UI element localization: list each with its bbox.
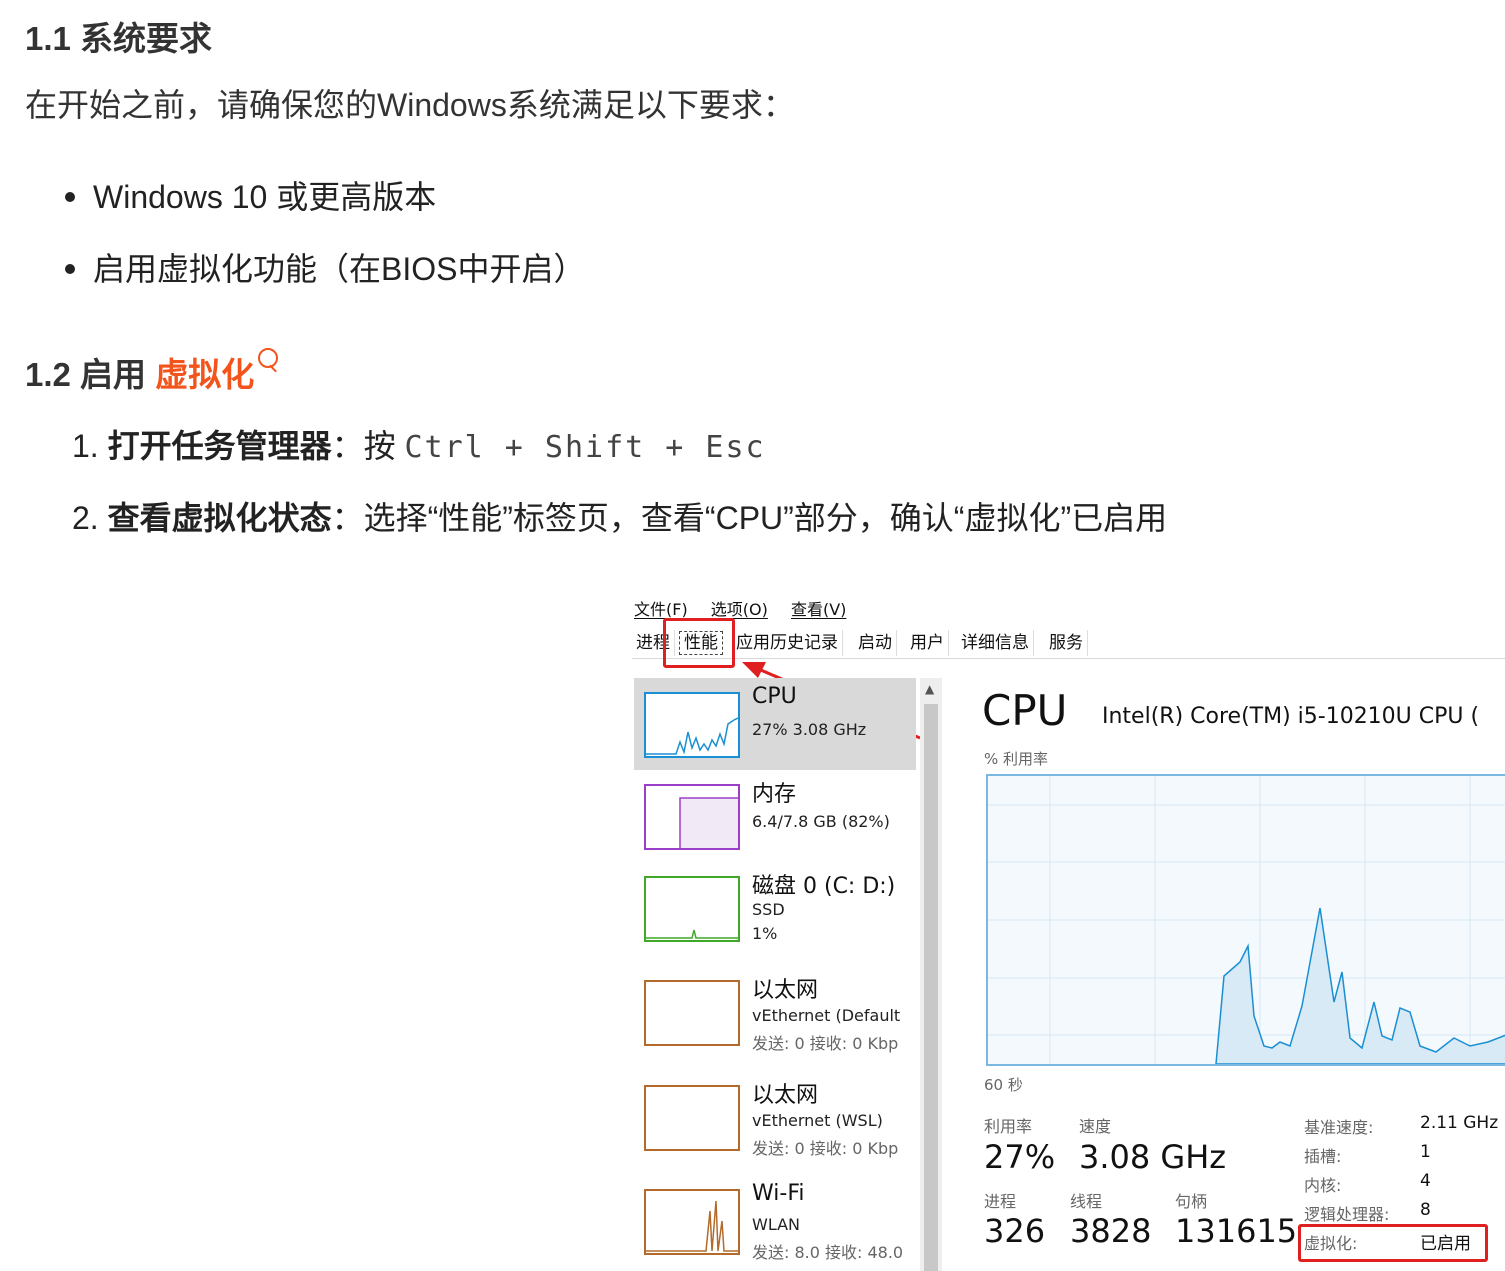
sockets-label: 插槽:: [1304, 1147, 1342, 1166]
base-speed-value: 2.11 GHz: [1420, 1113, 1499, 1133]
sidebar-item-ethernet-default[interactable]: 以太网 vEthernet (Default 发送: 0 接收: 0 Kbp: [634, 966, 916, 1058]
sidebar-item-cpu[interactable]: CPU 27% 3.08 GHz: [634, 678, 916, 770]
intro-paragraph: 在开始之前，请确保您的Windows系统满足以下要求：: [25, 87, 795, 123]
base-speed-label: 基准速度:: [1304, 1118, 1374, 1137]
step-item: 2. 查看虚拟化状态：选择“性能”标签页，查看“CPU”部分，确认“虚拟化”已启…: [72, 493, 1167, 539]
sockets-value: 1: [1420, 1142, 1431, 1162]
step-number: 2.: [72, 500, 99, 536]
menu-view[interactable]: 查看(V): [791, 600, 846, 619]
keyboard-shortcut: Ctrl + Shift + Esc: [404, 430, 766, 465]
highlight-box: [663, 618, 735, 668]
cpu-panel-title: CPU: [982, 686, 1068, 735]
sidebar-item-wifi[interactable]: Wi-Fi WLAN 发送: 8.0 接收: 48.0: [634, 1175, 916, 1267]
bullet-dot-icon: [65, 191, 75, 202]
tab-services[interactable]: 服务: [1045, 630, 1088, 656]
item-title: 以太网: [752, 978, 819, 1003]
wifi-mini-graph: [644, 1189, 740, 1255]
task-manager-screenshot: 文件(F) 选项(O) 查看(V) 进程 性能 应用历史记录 启动 用户 详细信…: [632, 588, 1505, 1271]
chevron-up-icon[interactable]: ▲: [925, 682, 934, 696]
utilization-value: 27%: [984, 1138, 1056, 1176]
sidebar-scrollbar[interactable]: ▲: [920, 678, 942, 1271]
ethernet-mini-graph: [644, 1085, 740, 1151]
bullet-text: Windows 10 或更高版本: [93, 179, 437, 215]
step-separator: ：按: [331, 428, 405, 464]
cpu-utilization-graph: [986, 774, 1505, 1066]
menu-bar: 文件(F) 选项(O) 查看(V): [634, 596, 864, 620]
tab-startup[interactable]: 启动: [854, 630, 897, 656]
sidebar-item-memory[interactable]: 内存 6.4/7.8 GB (82%): [634, 770, 916, 862]
item-title: 磁盘 0 (C: D:): [752, 874, 896, 899]
bullet-dot-icon: [65, 263, 75, 274]
tab-app-history[interactable]: 应用历史记录: [732, 630, 843, 656]
item-subtitle: 27% 3.08 GHz: [752, 720, 867, 739]
item-subtitle: 6.4/7.8 GB (82%): [752, 812, 890, 831]
step-title: 查看虚拟化状态: [107, 500, 332, 536]
section-heading-system-requirements: 1.1 系统要求: [25, 20, 213, 57]
item-title: Wi-Fi: [752, 1181, 805, 1206]
keyword-link[interactable]: 虚拟化: [155, 356, 254, 393]
threads-value: 3828: [1070, 1212, 1152, 1250]
bullet-item: Windows 10 或更高版本: [65, 172, 436, 218]
search-icon[interactable]: [254, 348, 280, 378]
item-subtitle: SSD: [752, 900, 785, 919]
item-title: 内存: [752, 782, 797, 807]
item-detail: 发送: 8.0 接收: 48.0: [752, 1243, 904, 1262]
sidebar-item-disk[interactable]: 磁盘 0 (C: D:) SSD 1%: [634, 862, 916, 954]
cores-label: 内核:: [1304, 1176, 1342, 1195]
step-separator: ：: [331, 500, 364, 536]
speed-value: 3.08 GHz: [1079, 1138, 1227, 1176]
item-detail: 发送: 0 接收: 0 Kbp: [752, 1034, 899, 1053]
item-subtitle: vEthernet (WSL): [752, 1111, 883, 1130]
item-title: 以太网: [752, 1083, 819, 1108]
bullet-text: 启用虚拟化功能（在BIOS中开启）: [93, 251, 586, 287]
step-number: 1.: [72, 428, 99, 464]
step-text: 选择“性能”标签页，查看“CPU”部分，确认“虚拟化”已启用: [363, 500, 1168, 536]
heading-prefix: 1.2 启用: [25, 356, 156, 393]
memory-mini-graph: [644, 784, 740, 850]
item-detail: 1%: [752, 924, 778, 943]
scrollbar-thumb[interactable]: [924, 704, 938, 1271]
item-subtitle: vEthernet (Default: [752, 1006, 901, 1025]
utilization-axis-label: % 利用率: [984, 750, 1049, 768]
step-item: 1. 打开任务管理器：按 Ctrl + Shift + Esc: [72, 421, 766, 467]
menu-file[interactable]: 文件(F): [634, 600, 688, 619]
virtualization-highlight-box: [1298, 1224, 1488, 1262]
speed-label: 速度: [1079, 1117, 1112, 1136]
step-title: 打开任务管理器: [107, 428, 332, 464]
processes-label: 进程: [984, 1192, 1017, 1211]
resource-sidebar: CPU 27% 3.08 GHz 内存 6.4/7.8 GB (82%) 磁盘 …: [634, 678, 916, 1271]
processes-value: 326: [984, 1212, 1046, 1250]
item-detail: 发送: 0 接收: 0 Kbp: [752, 1139, 899, 1158]
utilization-label: 利用率: [984, 1117, 1033, 1136]
logical-processors-label: 逻辑处理器:: [1304, 1205, 1390, 1224]
sidebar-item-ethernet-wsl[interactable]: 以太网 vEthernet (WSL) 发送: 0 接收: 0 Kbp: [634, 1071, 916, 1163]
handles-value: 131615: [1175, 1212, 1298, 1250]
cores-value: 4: [1420, 1171, 1431, 1191]
bullet-item: 启用虚拟化功能（在BIOS中开启）: [65, 244, 585, 290]
item-title: CPU: [752, 684, 797, 709]
cpu-model-name: Intel(R) Core(TM) i5-10210U CPU (: [1102, 704, 1480, 729]
section-heading-enable-virtualization: 1.2 启用 虚拟化: [25, 348, 280, 396]
disk-mini-graph: [644, 876, 740, 942]
tab-users[interactable]: 用户: [906, 630, 949, 656]
time-axis-label: 60 秒: [984, 1076, 1023, 1094]
logical-processors-value: 8: [1420, 1200, 1431, 1220]
ethernet-mini-graph: [644, 980, 740, 1046]
menu-options[interactable]: 选项(O): [711, 600, 768, 619]
cpu-mini-graph: [644, 692, 740, 758]
threads-label: 线程: [1070, 1192, 1103, 1211]
item-subtitle: WLAN: [752, 1215, 801, 1234]
handles-label: 句柄: [1175, 1192, 1208, 1211]
tab-details[interactable]: 详细信息: [957, 630, 1034, 656]
